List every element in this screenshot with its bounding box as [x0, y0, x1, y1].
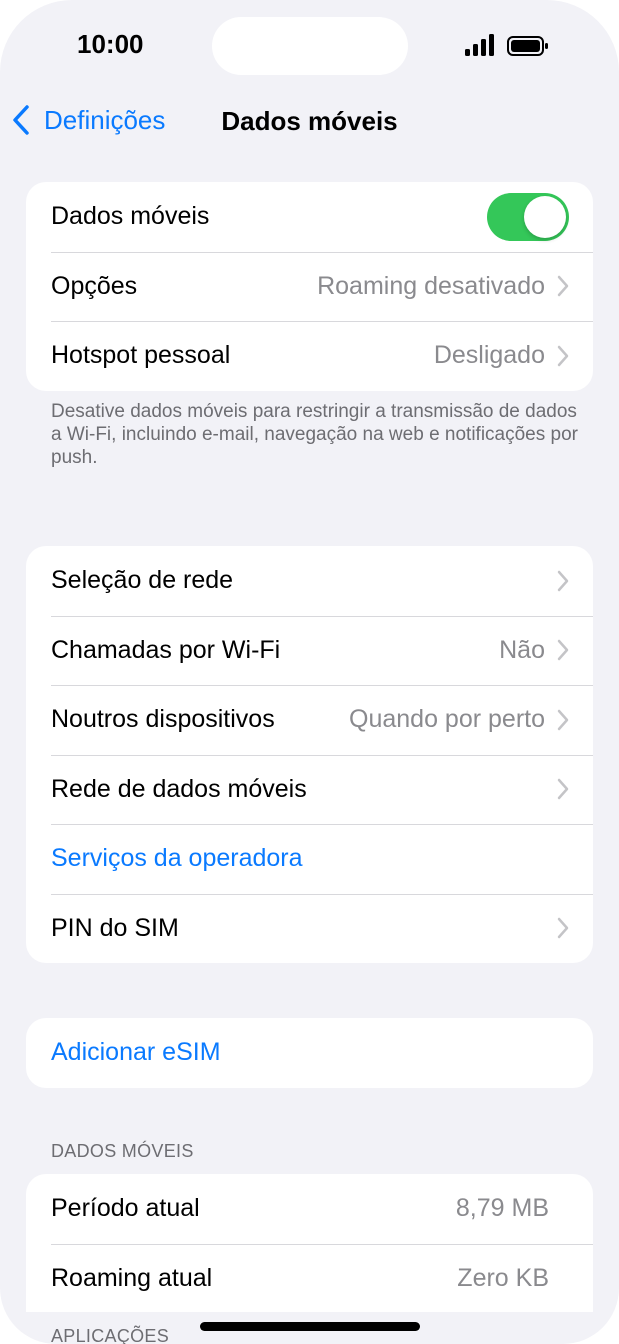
options-label: Opções	[51, 271, 138, 300]
network-selection-row[interactable]: Seleção de rede	[26, 546, 593, 616]
chevron-right-icon	[557, 570, 569, 591]
toggle-knob	[524, 195, 566, 238]
add-esim-button[interactable]: Adicionar eSIM	[51, 1038, 569, 1067]
page-title-text: Dados móveis	[221, 106, 398, 136]
cellular-network-label: Rede de dados móveis	[51, 774, 307, 803]
status-time: 10:00	[77, 29, 144, 59]
usage-section-header: DADOS MÓVEIS	[51, 1141, 194, 1161]
phone-screen: 10:00 Definições Dados móveis Dados móve…	[0, 0, 619, 1344]
mobile-data-footnote: Desative dados móveis para restringir a …	[51, 401, 578, 468]
carrier-services-link[interactable]: Serviços da operadora	[51, 844, 569, 873]
mobile-data-row: Dados móveis	[26, 182, 593, 252]
other-devices-label: Noutros dispositivos	[51, 705, 275, 734]
options-row[interactable]: Opções Roaming desativado	[26, 251, 593, 322]
wifi-calling-value: Não	[499, 635, 545, 664]
page-title: Dados móveis	[0, 106, 619, 137]
other-devices-value: Quando por perto	[349, 705, 545, 734]
options-value: Roaming desativado	[317, 271, 545, 300]
chevron-right-icon	[557, 640, 569, 661]
status-bar: 10:00	[0, 0, 619, 90]
current-roaming-row: Roaming atual Zero KB	[26, 1243, 593, 1313]
current-period-row: Período atual 8,79 MB	[26, 1174, 593, 1244]
hotspot-label: Hotspot pessoal	[51, 341, 231, 370]
wifi-calling-label: Chamadas por Wi-Fi	[51, 635, 281, 664]
current-roaming-label: Roaming atual	[51, 1263, 213, 1292]
network-selection-label: Seleção de rede	[51, 566, 234, 595]
navigation-bar: Definições Dados móveis	[0, 92, 619, 148]
battery-icon	[507, 36, 548, 56]
mobile-data-toggle[interactable]	[487, 192, 569, 241]
home-indicator[interactable]	[200, 1322, 420, 1331]
apps-section-header: APLICAÇÕES	[51, 1326, 170, 1344]
esim-group: Adicionar eSIM	[26, 1018, 593, 1088]
chevron-right-icon	[557, 345, 569, 366]
carrier-services-row[interactable]: Serviços da operadora	[26, 824, 593, 894]
chevron-right-icon	[557, 918, 569, 939]
chevron-right-icon	[557, 779, 569, 800]
other-devices-row[interactable]: Noutros dispositivos Quando por perto	[26, 685, 593, 755]
wifi-calling-row[interactable]: Chamadas por Wi-Fi Não	[26, 615, 593, 686]
mobile-data-label: Dados móveis	[51, 202, 210, 231]
current-period-label: Período atual	[51, 1194, 200, 1223]
sim-pin-label: PIN do SIM	[51, 913, 179, 942]
add-esim-row[interactable]: Adicionar eSIM	[26, 1018, 593, 1088]
current-period-value: 8,79 MB	[455, 1194, 549, 1223]
hotspot-value: Desligado	[433, 341, 545, 370]
hotspot-row[interactable]: Hotspot pessoal Desligado	[26, 321, 593, 391]
cellular-signal-icon	[465, 34, 494, 56]
cellular-network-row[interactable]: Rede de dados móveis	[26, 754, 593, 825]
sim-pin-row[interactable]: PIN do SIM	[26, 893, 593, 964]
usage-group: Período atual 8,79 MB Roaming atual Zero…	[26, 1174, 593, 1312]
current-roaming-value: Zero KB	[457, 1263, 549, 1292]
mobile-data-group: Dados móveis Opções Roaming desativado H…	[26, 182, 593, 391]
network-group: Seleção de rede Chamadas por Wi-Fi Não N…	[26, 546, 593, 963]
chevron-right-icon	[557, 709, 569, 730]
dynamic-island	[212, 17, 408, 75]
chevron-right-icon	[557, 276, 569, 297]
